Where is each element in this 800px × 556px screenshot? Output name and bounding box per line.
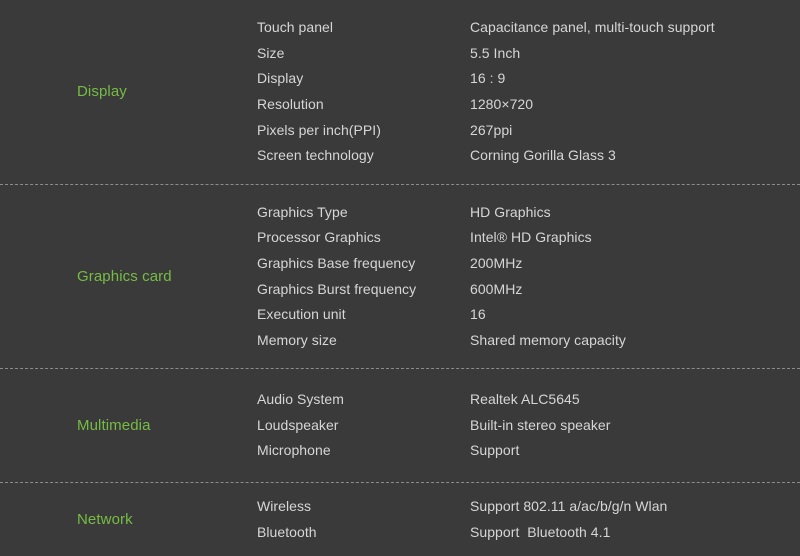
spec-key: Memory size <box>257 331 337 348</box>
spec-key: Touch panel <box>257 19 334 36</box>
spec-section-multimedia: Multimedia Audio System Realtek ALC5645 … <box>0 368 800 482</box>
spec-key: Audio System <box>257 391 344 408</box>
table-row: Memory size Shared memory capacity <box>257 328 800 354</box>
table-row: Graphics Burst frequency 600MHz <box>257 277 800 303</box>
spec-value: Corning Gorilla Glass 3 <box>470 147 616 164</box>
spec-key: Graphics Type <box>257 203 348 220</box>
spec-key: Size <box>257 44 285 61</box>
table-row: Size 5.5 Inch <box>257 41 800 67</box>
spec-key: Display <box>257 70 304 87</box>
table-row: Execution unit 16 <box>257 302 800 328</box>
section-label-cell-graphics-card: Graphics card <box>0 268 257 286</box>
section-title-display: Display <box>77 83 127 100</box>
spec-value: 267ppi <box>470 121 513 138</box>
table-row: Resolution 1280×720 <box>257 92 800 118</box>
specifications-sheet: Display Touch panel Capacitance panel, m… <box>0 0 800 556</box>
section-label-cell-multimedia: Multimedia <box>0 417 257 435</box>
spec-value: Support 802.11 a/ac/b/g/n Wlan <box>470 497 668 514</box>
spec-key: Loudspeaker <box>257 416 339 433</box>
spec-value: HD Graphics <box>470 203 551 220</box>
section-title-network: Network <box>77 510 133 528</box>
spec-key: Graphics Burst frequency <box>257 280 417 297</box>
table-row: Loudspeaker Built-in stereo speaker <box>257 413 800 439</box>
spec-value: Support Bluetooth 4.1 <box>470 523 611 540</box>
spec-section-display: Display Touch panel Capacitance panel, m… <box>0 0 800 184</box>
section-label-cell-display: Display <box>0 83 257 101</box>
spec-value: Built-in stereo speaker <box>470 416 611 433</box>
section-label-cell-network: Network <box>0 511 257 529</box>
spec-rows-network: Wireless Support 802.11 a/ac/b/g/n Wlan … <box>257 494 800 545</box>
table-row: Microphone Support <box>257 438 800 464</box>
table-row: Processor Graphics Intel® HD Graphics <box>257 225 800 251</box>
spec-value: 5.5 Inch <box>470 44 521 61</box>
spec-rows-multimedia: Audio System Realtek ALC5645 Loudspeaker… <box>257 387 800 464</box>
table-row: Display 16 : 9 <box>257 66 800 92</box>
spec-value: Realtek ALC5645 <box>470 391 580 408</box>
spec-key: Processor Graphics <box>257 229 381 246</box>
table-row: Wireless Support 802.11 a/ac/b/g/n Wlan <box>257 494 800 520</box>
table-row: Bluetooth Support Bluetooth 4.1 <box>257 520 800 546</box>
table-row: Touch panel Capacitance panel, multi-tou… <box>257 15 800 41</box>
spec-value: 600MHz <box>470 280 523 297</box>
spec-key: Microphone <box>257 442 331 459</box>
spec-value: Capacitance panel, multi-touch support <box>470 19 715 36</box>
spec-value: Intel® HD Graphics <box>470 229 592 246</box>
section-title-graphics-card: Graphics card <box>77 267 172 285</box>
table-row: Graphics Type HD Graphics <box>257 200 800 226</box>
spec-rows-display: Touch panel Capacitance panel, multi-tou… <box>257 15 800 169</box>
spec-value: 16 <box>470 306 486 323</box>
spec-value: Support <box>470 442 520 459</box>
spec-rows-graphics-card: Graphics Type HD Graphics Processor Grap… <box>257 200 800 354</box>
spec-value: Shared memory capacity <box>470 331 626 348</box>
spec-key: Resolution <box>257 96 324 112</box>
spec-value: 1280×720 <box>470 96 534 112</box>
spec-key: Wireless <box>257 497 312 514</box>
table-row: Audio System Realtek ALC5645 <box>257 387 800 413</box>
spec-value: 200MHz <box>470 254 523 271</box>
table-row: Pixels per inch(PPI) 267ppi <box>257 118 800 144</box>
table-row: Graphics Base frequency 200MHz <box>257 251 800 277</box>
spec-section-network: Network Wireless Support 802.11 a/ac/b/g… <box>0 482 800 556</box>
spec-value: 16 : 9 <box>470 70 506 87</box>
spec-section-graphics-card: Graphics card Graphics Type HD Graphics … <box>0 184 800 368</box>
table-row: Screen technology Corning Gorilla Glass … <box>257 143 800 169</box>
spec-key: Screen technology <box>257 147 374 164</box>
spec-key: Execution unit <box>257 306 346 323</box>
spec-key: Pixels per inch(PPI) <box>257 121 381 138</box>
section-title-multimedia: Multimedia <box>77 416 151 434</box>
spec-key: Graphics Base frequency <box>257 254 416 271</box>
spec-key: Bluetooth <box>257 523 317 540</box>
